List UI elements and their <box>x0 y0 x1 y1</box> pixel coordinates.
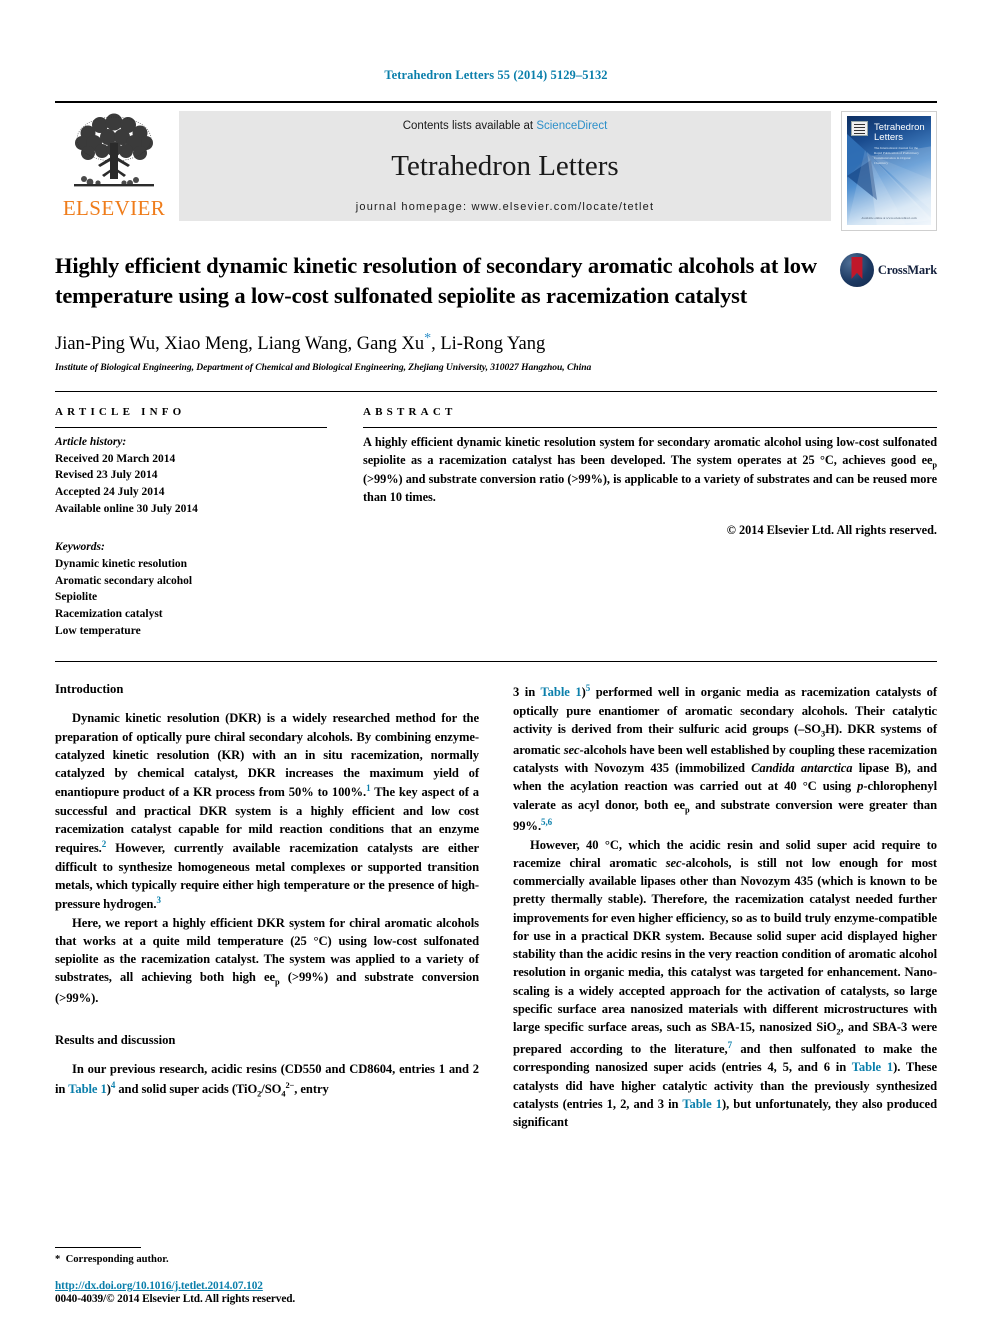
paragraph-right-1: 3 in Table 1)5 performed well in organic… <box>513 682 937 835</box>
sciencedirect-banner: Contents lists available at ScienceDirec… <box>179 111 831 221</box>
keyword-item: Sepiolite <box>55 591 98 604</box>
text-run: -alcohols, is still not low enough for m… <box>513 855 937 1035</box>
table-1-link[interactable]: Table 1 <box>852 1060 893 1074</box>
elsevier-wordmark: ELSEVIER <box>62 196 166 220</box>
body-columns: Introduction Dynamic kinetic resolution … <box>55 682 937 1202</box>
keywords-heading: Keywords: <box>55 541 105 554</box>
article-page: Tetrahedron Letters 55 (2014) 5129–5132 <box>0 0 992 1323</box>
contents-lists-line: Contents lists available at ScienceDirec… <box>403 120 608 132</box>
divider <box>363 427 937 428</box>
doi-block: http://dx.doi.org/10.1016/j.tetlet.2014.… <box>55 1280 475 1305</box>
running-head: Tetrahedron Letters 55 (2014) 5129–5132 <box>384 68 608 82</box>
paragraph-results-1: In our previous research, acidic resins … <box>55 1060 479 1100</box>
article-info-column: ARTICLE INFO Article history: Received 2… <box>55 406 327 639</box>
footnote-block: * Corresponding author. <box>55 1247 460 1265</box>
italic-species-name: Candida antarctica <box>751 761 853 776</box>
author-names-tail: , Li-Rong Yang <box>431 334 546 354</box>
divider <box>55 661 937 663</box>
left-column: Introduction Dynamic kinetic resolution … <box>55 682 479 1202</box>
keyword-item: Dynamic kinetic resolution <box>55 558 188 571</box>
info-abstract-region: ARTICLE INFO Article history: Received 2… <box>55 391 937 639</box>
keyword-item: Low temperature <box>55 624 141 637</box>
footnote-text: Corresponding author. <box>65 1254 169 1265</box>
author-names: Jian-Ping Wu, Xiao Meng, Liang Wang, Gan… <box>55 334 425 354</box>
title-column: Highly efficient dynamic kinetic resolut… <box>55 251 840 311</box>
section-heading-introduction: Introduction <box>55 682 124 697</box>
keyword-item: Aromatic secondary alcohol <box>55 574 193 587</box>
elsevier-tree-icon <box>74 113 154 187</box>
abstract-text: A highly efficient dynamic kinetic resol… <box>363 434 937 507</box>
crossmark-label: CrossMark <box>877 262 937 277</box>
abstract-subscript: p <box>932 460 937 470</box>
corresponding-author-note: * Corresponding author. <box>55 1254 460 1265</box>
crossmark-icon <box>839 253 874 287</box>
journal-homepage-link[interactable]: journal homepage: www.elsevier.com/locat… <box>356 201 655 213</box>
affiliation: Institute of Biological Engineering, Dep… <box>55 362 592 373</box>
text-run: 3 in <box>513 685 541 700</box>
cover-badge-icon <box>851 121 868 136</box>
superscript: 2− <box>285 1080 295 1090</box>
contents-prefix: Contents lists available at <box>402 120 537 132</box>
journal-title: Tetrahedron Letters <box>391 150 619 182</box>
citation-ref[interactable]: 5,6 <box>541 817 552 827</box>
history-item: Revised 23 July 2014 <box>55 469 158 482</box>
paragraph-intro-2: Here, we report a highly efficient DKR s… <box>55 914 479 1008</box>
abstract-text-b: (>99%) and substrate conversion ratio (>… <box>363 472 937 504</box>
text-run: and solid super acids (TiO <box>115 1081 258 1096</box>
keyword-item: Racemization catalyst <box>55 608 163 621</box>
cover-title-line2: Letters <box>874 131 904 143</box>
article-history-heading: Article history: <box>55 436 127 448</box>
table-1-link[interactable]: Table 1 <box>68 1082 107 1096</box>
issn-copyright-line: 0040-4039/© 2014 Elsevier Ltd. All right… <box>55 1293 296 1305</box>
abstract-column: ABSTRACT A highly efficient dynamic kine… <box>363 406 937 639</box>
table-1-link[interactable]: Table 1 <box>682 1097 722 1111</box>
cover-artwork: Tetrahedron Letters The International Jo… <box>847 116 931 225</box>
footnote-rule <box>55 1247 141 1248</box>
cover-footer-text: Available online at www.sciencedirect.co… <box>861 216 917 220</box>
right-column: 3 in Table 1)5 performed well in organic… <box>513 682 937 1202</box>
title-block: Highly efficient dynamic kinetic resolut… <box>55 251 937 311</box>
section-heading-results: Results and discussion <box>55 1033 176 1048</box>
page-title: Highly efficient dynamic kinetic resolut… <box>55 253 817 308</box>
text-run: /SO <box>261 1081 282 1096</box>
elsevier-logo: ELSEVIER <box>55 111 173 219</box>
subscript: 4 <box>281 1089 286 1099</box>
history-item: Available online 30 July 2014 <box>55 502 198 515</box>
abstract-heading: ABSTRACT <box>363 406 457 418</box>
italic-term: sec <box>563 742 580 757</box>
table-1-link[interactable]: Table 1 <box>541 686 582 700</box>
italic-term: sec <box>665 855 682 870</box>
cover-title: Tetrahedron Letters <box>874 123 925 143</box>
citation-ref[interactable]: 3 <box>156 895 161 905</box>
sciencedirect-link[interactable]: ScienceDirect <box>536 120 607 132</box>
text-run: , entry <box>294 1081 329 1096</box>
cover-subtitle: The International Journal for the Rapid … <box>874 146 919 166</box>
journal-masthead: ELSEVIER Contents lists available at Sci… <box>55 101 937 231</box>
keywords-block: Keywords: Dynamic kinetic resolution Aro… <box>55 539 327 639</box>
journal-cover-thumbnail: Tetrahedron Letters The International Jo… <box>841 111 937 231</box>
text-run: However, currently available racemizatio… <box>55 841 479 912</box>
divider <box>55 427 327 428</box>
crossmark-badge[interactable]: CrossMark <box>839 251 937 287</box>
doi-link[interactable]: http://dx.doi.org/10.1016/j.tetlet.2014.… <box>55 1280 475 1292</box>
author-list: Jian-Ping Wu, Xiao Meng, Liang Wang, Gan… <box>55 331 937 355</box>
paragraph-intro-1: Dynamic kinetic resolution (DKR) is a wi… <box>55 709 479 913</box>
abstract-text-a: A highly efficient dynamic kinetic resol… <box>363 435 937 467</box>
copyright-line: © 2014 Elsevier Ltd. All rights reserved… <box>726 522 937 537</box>
footnote-marker: * <box>55 1254 61 1265</box>
paragraph-right-2: However, 40 °C, which the acidic resin a… <box>513 836 937 1132</box>
history-item: Received 20 March 2014 <box>55 452 176 465</box>
history-item: Accepted 24 July 2014 <box>55 486 165 499</box>
article-info-heading: ARTICLE INFO <box>55 406 186 418</box>
